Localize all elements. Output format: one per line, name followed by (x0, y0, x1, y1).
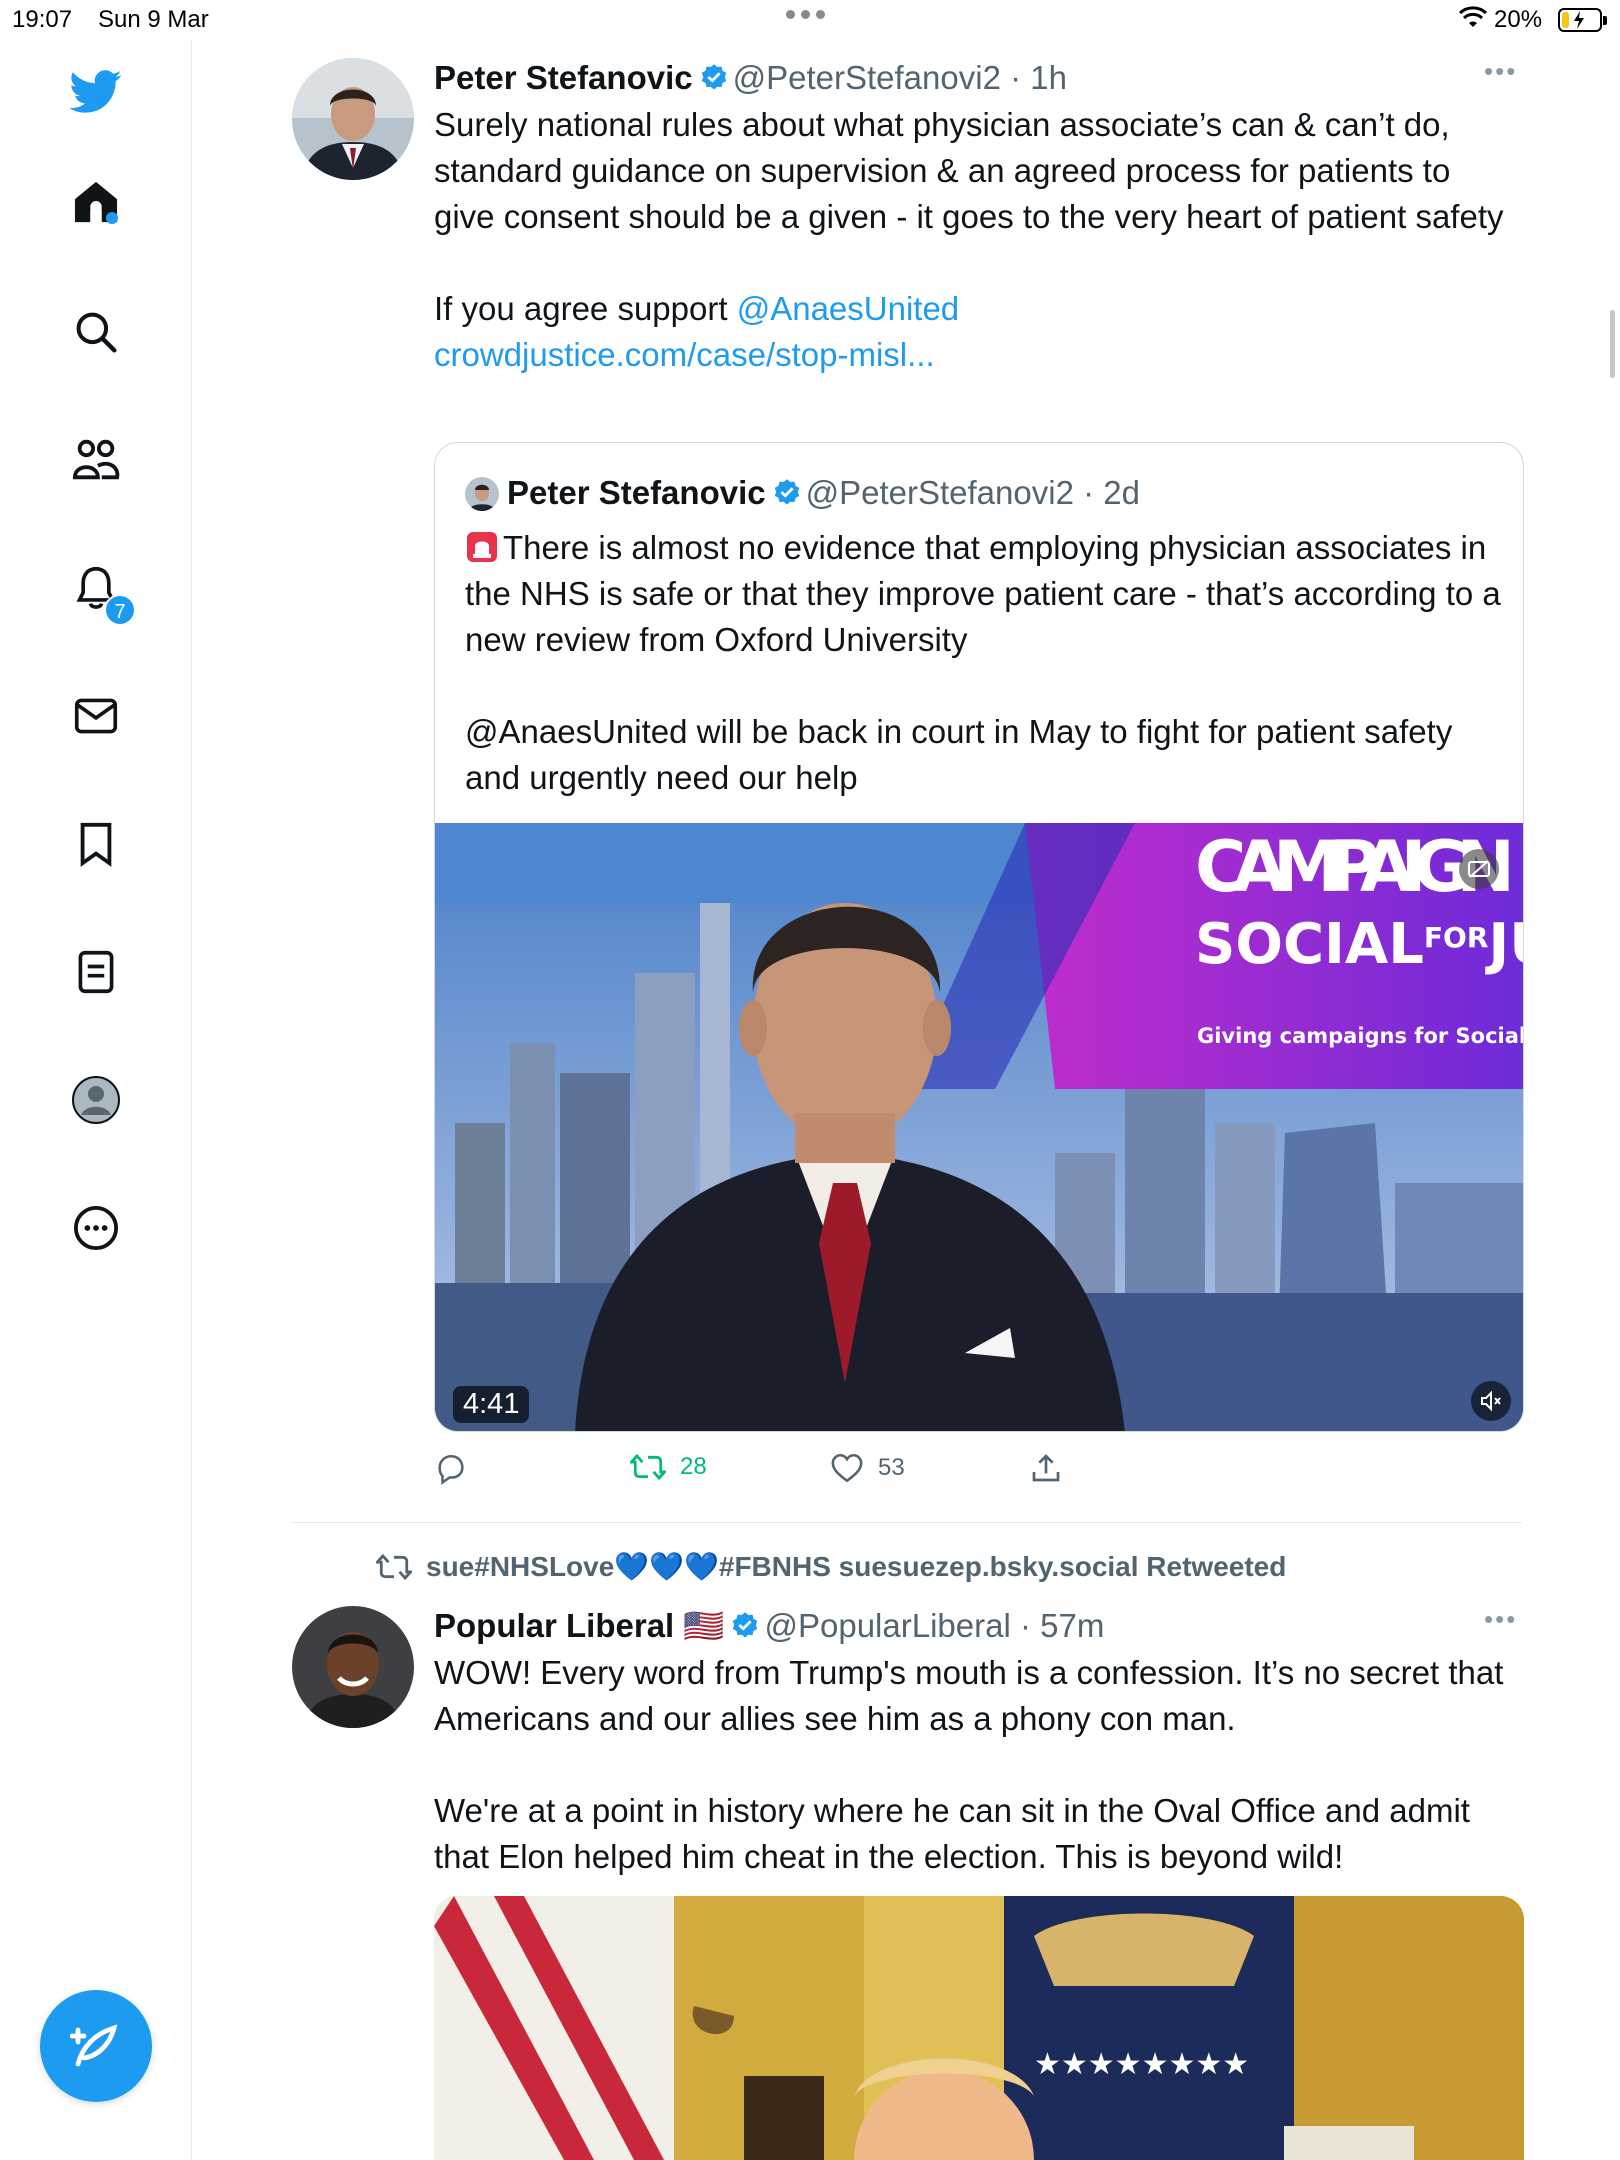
tweet-time[interactable]: · 1h (1010, 59, 1067, 96)
status-bar: 19:07 Sun 9 Mar 20% (0, 0, 1620, 40)
quoted-tweet[interactable]: Peter Stefanovic @PeterStefanovi2 · 2d Th… (434, 442, 1524, 1432)
captions-icon[interactable] (1459, 849, 1499, 889)
messages-icon[interactable] (66, 686, 126, 746)
retweet-count: 28 (680, 1453, 707, 1480)
tweet-time[interactable]: · 57m (1020, 1607, 1104, 1644)
home-unread-dot (106, 212, 118, 224)
retweet-icon (630, 1453, 666, 1481)
author-name[interactable]: Peter Stefanovic (434, 59, 693, 96)
verified-badge-icon (774, 479, 799, 505)
oval-office-video-thumbnail: ★★★★★★★★ (434, 1896, 1524, 2160)
tweet-divider (290, 1522, 1522, 1523)
verified-badge-icon (733, 1612, 758, 1638)
tweet[interactable]: Popular Liberal 🇺🇸 @PopularLiberal · 57m … (292, 1604, 1524, 2160)
wifi-icon (1458, 6, 1488, 27)
search-icon[interactable] (66, 302, 126, 362)
tweet-header: Peter Stefanovic @PeterStefanovi2 · 1h (434, 56, 1524, 100)
profile-icon[interactable] (66, 1070, 126, 1130)
banner-subtitle-word-2: FOR (1424, 921, 1489, 954)
notification-count-badge: 7 (104, 594, 136, 626)
verified-badge-icon (701, 64, 726, 90)
author-name[interactable]: Popular Liberal (434, 1607, 674, 1644)
quoted-tweet-header: Peter Stefanovic @PeterStefanovi2 · 2d (465, 471, 1140, 515)
like-count: 53 (878, 1454, 905, 1481)
quoted-avatar (465, 477, 499, 511)
author-handle[interactable]: @PopularLiberal (764, 1607, 1010, 1644)
avatar[interactable] (292, 58, 414, 180)
tweet-text-line: If you agree support @AnaesUnited (434, 286, 1524, 332)
battery-icon (1558, 8, 1607, 32)
multitasking-dots-icon[interactable] (786, 10, 834, 22)
svg-text:★★★★★★★★: ★★★★★★★★ (1034, 2047, 1249, 2082)
quoted-tweet-time: · 2d (1083, 474, 1140, 511)
avatar[interactable] (292, 1606, 414, 1728)
tweet-text: Surely national rules about what physici… (434, 106, 1504, 235)
quoted-author-name: Peter Stefanovic (507, 474, 766, 511)
bookmarks-icon[interactable] (66, 814, 126, 874)
mute-icon[interactable] (1471, 1381, 1511, 1421)
compose-tweet-icon (70, 2024, 118, 2067)
retweet-button[interactable]: 28 (630, 1452, 707, 1482)
tweet-actions: 28 53 (434, 1452, 1334, 1502)
twitter-bird-icon[interactable] (66, 62, 126, 122)
retweeted-by-line[interactable]: sue#NHSLove💙💙💙#FBNHS suesuezep.bsky.soci… (376, 1550, 1286, 1583)
tweet-text: WOW! Every word from Trump's mouth is a … (434, 1654, 1511, 1737)
status-time: 19:07 (12, 6, 73, 33)
quoted-tweet-text-block: There is almost no evidence that employi… (465, 525, 1505, 801)
tweet-text-2: We're at a point in history where he can… (434, 1792, 1480, 1875)
video-duration: 4:41 (453, 1386, 530, 1423)
siren-emoji-icon (467, 532, 497, 562)
like-button[interactable]: 53 (830, 1452, 905, 1484)
sidebar-nav: 7 (0, 40, 192, 2160)
us-flag-emoji: 🇺🇸 (683, 1607, 725, 1644)
compose-tweet-button[interactable] (40, 1990, 152, 2102)
banner-subtitle-word-3: JUSTICE (1484, 912, 1524, 977)
home-icon[interactable] (66, 172, 126, 232)
quoted-author-handle: @PeterStefanovi2 (805, 474, 1074, 511)
share-button[interactable] (1030, 1452, 1062, 1484)
reply-button[interactable] (434, 1452, 482, 1486)
status-date: Sun 9 Mar (98, 6, 209, 33)
more-options-icon[interactable]: ••• (1484, 56, 1524, 96)
banner-tagline: Giving campaigns for Social Justice a vo… (1197, 1024, 1524, 1048)
tweet-header: Popular Liberal 🇺🇸 @PopularLiberal · 57m (434, 1604, 1524, 1648)
retweeted-by-text: sue#NHSLove💙💙💙#FBNHS suesuezep.bsky.soci… (426, 1551, 1287, 1582)
tweet-image[interactable]: ★★★★★★★★ (434, 1896, 1524, 2160)
url-link[interactable]: crowdjustice.com/case/stop-misl... (434, 332, 1524, 378)
video-thumbnail: CAMPAIGN SOCIALFORJUSTICE Giving campaig… (435, 823, 1524, 1431)
video-player[interactable]: CAMPAIGN SOCIALFORJUSTICE Giving campaig… (435, 823, 1524, 1431)
author-handle[interactable]: @PeterStefanovi2 (733, 59, 1001, 96)
tweet-text-prefix: If you agree support (434, 290, 737, 327)
scrollbar[interactable] (1610, 310, 1615, 378)
retweet-icon (376, 1553, 412, 1580)
battery-percent: 20% (1494, 6, 1543, 33)
communities-icon[interactable] (66, 430, 126, 490)
quoted-tweet-text: There is almost no evidence that employi… (465, 529, 1510, 658)
heart-icon (831, 1453, 863, 1483)
share-icon (1032, 1454, 1060, 1482)
lists-icon[interactable] (66, 942, 126, 1002)
tweet[interactable]: Peter Stefanovic @PeterStefanovi2 · 1h ••… (292, 56, 1524, 1506)
more-options-icon[interactable]: ••• (1484, 1604, 1524, 1644)
banner-subtitle-word-1: SOCIAL (1195, 912, 1424, 977)
more-icon[interactable] (66, 1198, 126, 1258)
reply-icon (438, 1454, 464, 1485)
mention-link[interactable]: @AnaesUnited (737, 290, 959, 327)
quoted-tweet-text-2: @AnaesUnited will be back in court in Ma… (465, 713, 1462, 796)
